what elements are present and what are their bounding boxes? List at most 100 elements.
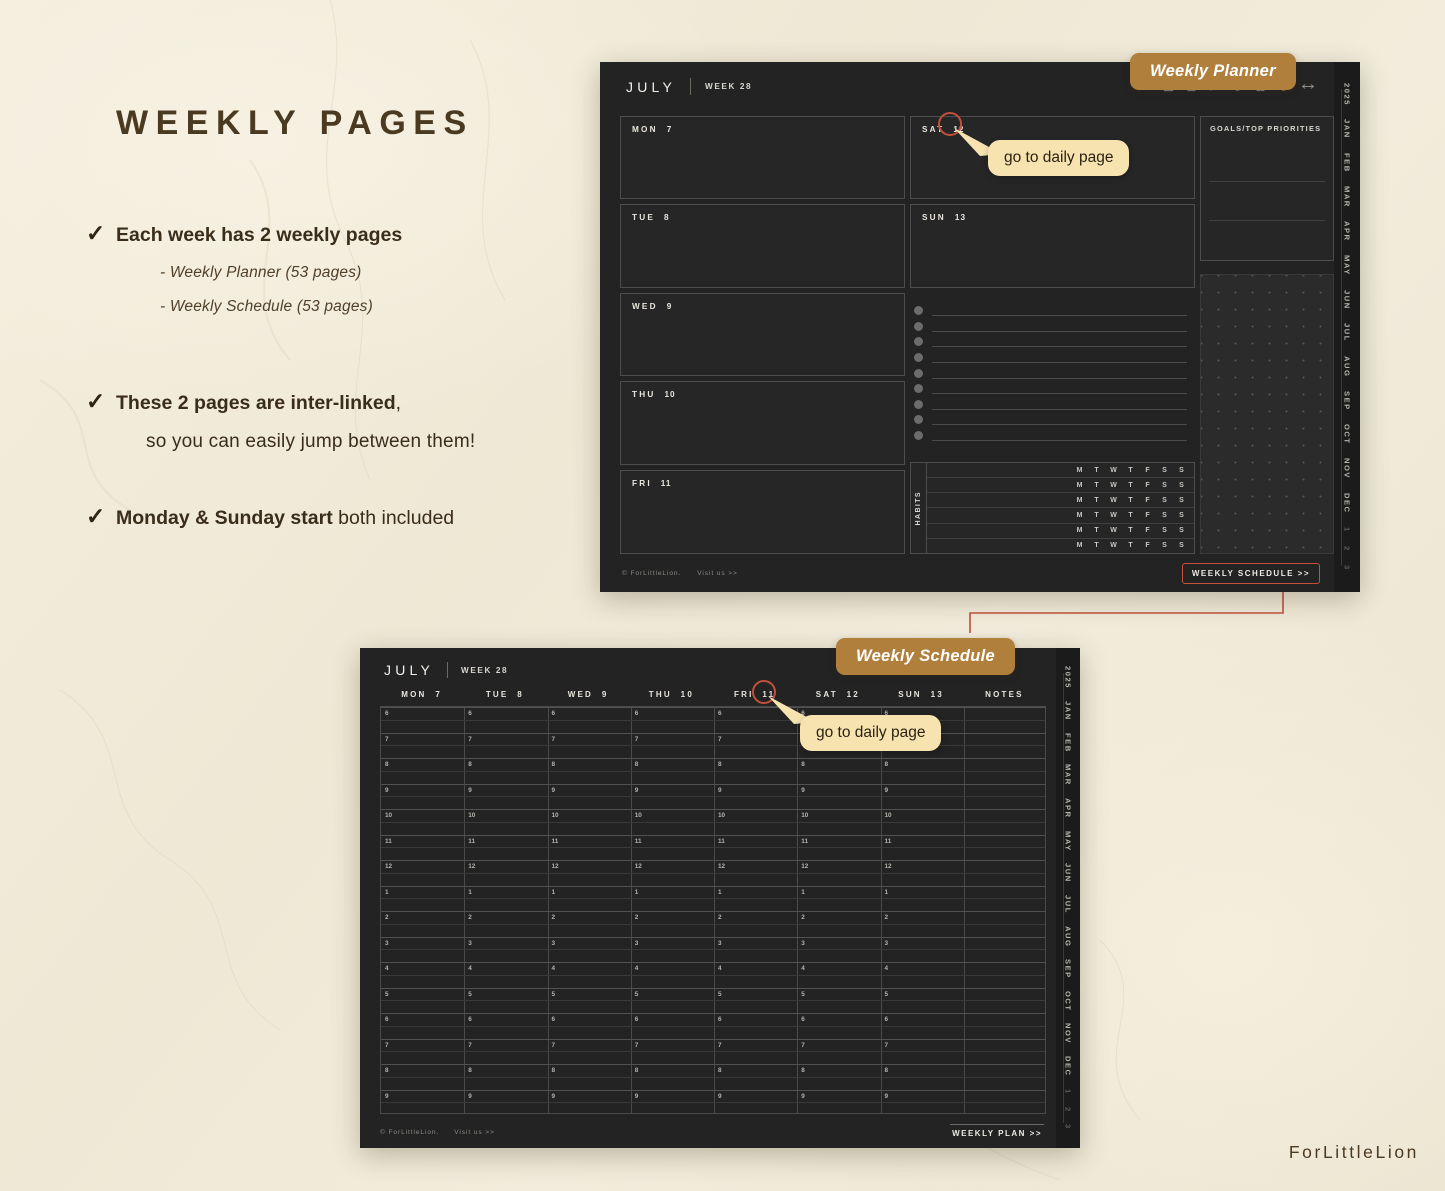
- habit-day-checkboxes[interactable]: MTWTFSS: [1071, 482, 1190, 489]
- habit-day-checkboxes[interactable]: MTWTFSS: [1071, 497, 1190, 504]
- notes-dot-grid[interactable]: [1200, 273, 1334, 554]
- habit-day-S[interactable]: S: [1156, 497, 1173, 504]
- checklist-row[interactable]: [910, 337, 1195, 348]
- habit-day-T[interactable]: T: [1088, 527, 1105, 534]
- schedule-header-wed[interactable]: WED 9: [547, 690, 630, 699]
- checklist-row[interactable]: [910, 384, 1195, 395]
- checklist-row[interactable]: [910, 399, 1195, 410]
- rail-item-jul[interactable]: JUL: [1343, 323, 1352, 342]
- rail-item-may[interactable]: MAY: [1343, 255, 1352, 276]
- habit-day-F[interactable]: F: [1139, 512, 1156, 519]
- habit-day-T[interactable]: T: [1122, 497, 1139, 504]
- schedule-header-mon[interactable]: MON 7: [380, 690, 463, 699]
- habit-day-S[interactable]: S: [1156, 542, 1173, 549]
- rail-item-3[interactable]: 3: [1343, 565, 1352, 571]
- habit-day-M[interactable]: M: [1071, 497, 1088, 504]
- habit-row[interactable]: MTWTFSS: [927, 508, 1194, 524]
- habit-day-W[interactable]: W: [1105, 497, 1122, 504]
- habit-day-F[interactable]: F: [1139, 527, 1156, 534]
- checklist-row[interactable]: [910, 352, 1195, 363]
- checklist-bullet-icon[interactable]: [914, 430, 923, 440]
- habit-day-T[interactable]: T: [1122, 467, 1139, 474]
- checklist-row[interactable]: [910, 321, 1195, 332]
- habit-day-S[interactable]: S: [1173, 527, 1190, 534]
- goto-weekly-schedule-button[interactable]: WEEKLY SCHEDULE >>: [1181, 563, 1320, 584]
- habit-day-W[interactable]: W: [1105, 482, 1122, 489]
- rail-item-jul[interactable]: JUL: [1064, 895, 1073, 914]
- rail-item-2025[interactable]: 2025: [1343, 83, 1352, 106]
- daybox-wed[interactable]: WED 9: [620, 292, 905, 377]
- daybox-mon[interactable]: MON 7: [620, 116, 905, 200]
- rail-item-dec[interactable]: DEC: [1343, 493, 1352, 514]
- daybox-sun[interactable]: SUN 13: [910, 204, 1195, 288]
- rail-item-2[interactable]: 2: [1064, 1107, 1073, 1113]
- habit-row[interactable]: MTWTFSS: [927, 539, 1194, 553]
- rail-item-sep[interactable]: SEP: [1064, 959, 1073, 979]
- checklist-bullet-icon[interactable]: [914, 306, 923, 316]
- checklist-row[interactable]: [910, 306, 1195, 317]
- daybox-tue[interactable]: TUE 8: [620, 204, 905, 288]
- habit-day-T[interactable]: T: [1122, 512, 1139, 519]
- habit-day-T[interactable]: T: [1088, 542, 1105, 549]
- habit-row[interactable]: MTWTFSS: [927, 524, 1194, 539]
- rail-item-aug[interactable]: AUG: [1343, 356, 1352, 377]
- rail-item-apr[interactable]: APR: [1343, 221, 1352, 242]
- schedule-header-tue[interactable]: TUE 8: [463, 690, 546, 699]
- habit-day-T[interactable]: T: [1088, 497, 1105, 504]
- rail-item-may[interactable]: MAY: [1064, 831, 1073, 852]
- habit-day-S[interactable]: S: [1173, 542, 1190, 549]
- rail-item-feb[interactable]: FEB: [1064, 733, 1073, 753]
- habit-day-W[interactable]: W: [1105, 467, 1122, 474]
- habit-day-F[interactable]: F: [1139, 542, 1156, 549]
- rail-item-nov[interactable]: NOV: [1064, 1023, 1073, 1044]
- arrows-icon[interactable]: [1301, 81, 1315, 92]
- rail-item-1[interactable]: 1: [1064, 1089, 1073, 1095]
- checklist-row[interactable]: [910, 368, 1195, 379]
- goto-weekly-plan-button[interactable]: WEEKLY PLAN >>: [950, 1124, 1044, 1140]
- checklist-bullet-icon[interactable]: [914, 415, 923, 425]
- habit-row[interactable]: MTWTFSS: [927, 493, 1194, 509]
- schedule-header-sat[interactable]: SAT 12: [796, 690, 879, 699]
- habit-day-T[interactable]: T: [1088, 512, 1105, 519]
- checklist-bullet-icon[interactable]: [914, 352, 923, 362]
- planner-month-rail[interactable]: 2025 JAN FEB MAR APR MAY JUN JUL AUG SEP OCT NOV DEC…: [1334, 62, 1360, 592]
- habit-day-W[interactable]: W: [1105, 542, 1122, 549]
- rail-item-mar[interactable]: MAR: [1343, 186, 1352, 208]
- habit-day-S[interactable]: S: [1156, 527, 1173, 534]
- habit-day-S[interactable]: S: [1173, 482, 1190, 489]
- rail-item-nov[interactable]: NOV: [1343, 458, 1352, 479]
- habit-day-F[interactable]: F: [1139, 497, 1156, 504]
- habit-day-checkboxes[interactable]: MTWTFSS: [1071, 512, 1190, 519]
- habit-day-S[interactable]: S: [1173, 497, 1190, 504]
- rail-item-jun[interactable]: JUN: [1064, 863, 1073, 883]
- daybox-thu[interactable]: THU 10: [620, 381, 905, 465]
- habit-day-S[interactable]: S: [1156, 482, 1173, 489]
- rail-item-3[interactable]: 3: [1064, 1124, 1073, 1130]
- habit-row[interactable]: MTWTFSS: [927, 478, 1194, 494]
- schedule-header-sun[interactable]: SUN 13: [880, 690, 963, 699]
- habit-day-checkboxes[interactable]: MTWTFSS: [1071, 542, 1190, 549]
- habit-day-T[interactable]: T: [1122, 542, 1139, 549]
- rail-item-2025[interactable]: 2025: [1064, 666, 1073, 689]
- rail-item-sep[interactable]: SEP: [1343, 391, 1352, 411]
- habit-day-T[interactable]: T: [1122, 527, 1139, 534]
- habit-day-F[interactable]: F: [1139, 482, 1156, 489]
- habit-day-checkboxes[interactable]: MTWTFSS: [1071, 467, 1190, 474]
- schedule-visit-link[interactable]: Visit us >>: [454, 1129, 495, 1136]
- checklist-row[interactable]: [910, 415, 1195, 426]
- habit-day-M[interactable]: M: [1071, 527, 1088, 534]
- rail-item-apr[interactable]: APR: [1064, 798, 1073, 819]
- habit-day-T[interactable]: T: [1088, 482, 1105, 489]
- rail-item-oct[interactable]: OCT: [1343, 424, 1352, 445]
- habit-day-M[interactable]: M: [1071, 512, 1088, 519]
- rail-item-1[interactable]: 1: [1343, 527, 1352, 533]
- habit-row[interactable]: MTWTFSS: [927, 463, 1194, 479]
- habit-day-M[interactable]: M: [1071, 542, 1088, 549]
- schedule-header-thu[interactable]: THU 10: [630, 690, 713, 699]
- schedule-month-rail[interactable]: 2025 JAN FEB MAR APR MAY JUN JUL AUG SEP OCT NOV DEC…: [1056, 648, 1080, 1148]
- habit-day-W[interactable]: W: [1105, 512, 1122, 519]
- checklist-row[interactable]: [910, 430, 1195, 441]
- rail-item-jun[interactable]: JUN: [1343, 290, 1352, 310]
- rail-item-dec[interactable]: DEC: [1064, 1056, 1073, 1077]
- rail-item-jan[interactable]: JAN: [1343, 119, 1352, 139]
